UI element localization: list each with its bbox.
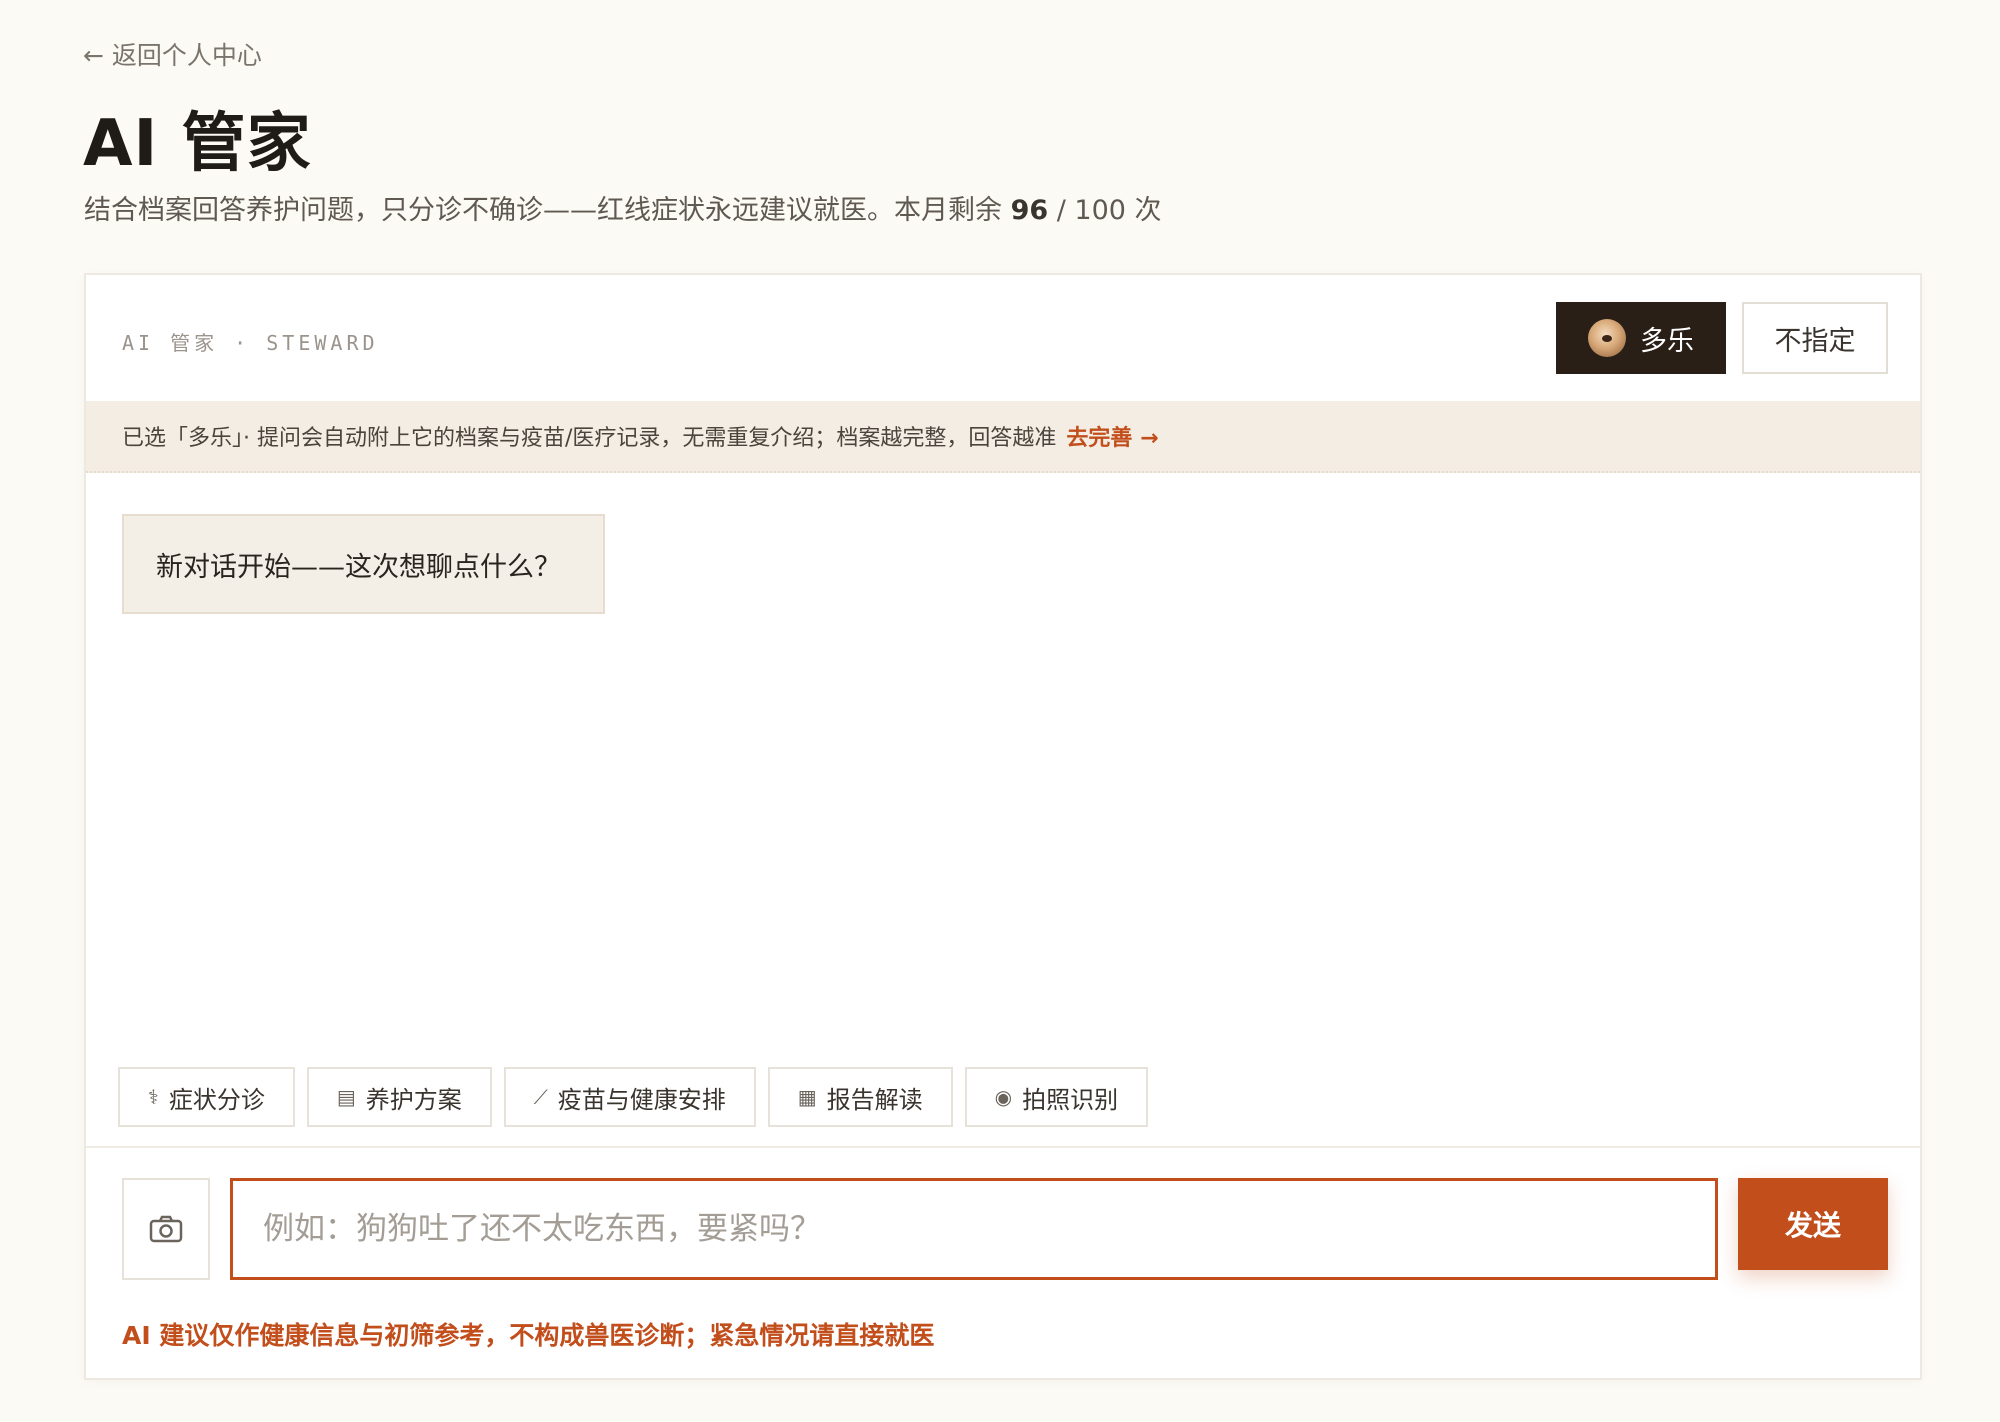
quick-actions: ⚕ 症状分诊 ▤ 养护方案 ⟋ 疫苗与健康安排 ▦ 报告解读 ◉ 拍照识别	[118, 1067, 1149, 1127]
page-subtitle: 结合档案回答养护问题，只分诊不确诊——红线症状永远建议就医。本月剩余 96 / …	[84, 188, 1162, 227]
pet-selector-none[interactable]: 不指定	[1742, 302, 1888, 374]
page-title: AI 管家	[83, 107, 312, 181]
composer-divider	[86, 1146, 1920, 1148]
chip-label: 疫苗与健康安排	[557, 1085, 726, 1114]
subtitle-quota: / 100 次	[1048, 195, 1162, 226]
chip-label: 报告解读	[826, 1085, 923, 1114]
send-button[interactable]: 发送	[1738, 1178, 1888, 1270]
chip-vaccine-schedule[interactable]: ⟋ 疫苗与健康安排	[503, 1067, 756, 1127]
card-label: AI 管家 · STEWARD	[122, 331, 379, 355]
complete-profile-link[interactable]: 去完善 →	[1066, 420, 1158, 452]
camera-icon	[149, 1215, 183, 1243]
camera-icon: ◉	[994, 1085, 1013, 1109]
upload-photo-button[interactable]	[122, 1178, 210, 1280]
clipboard-icon: ▤	[336, 1085, 356, 1109]
report-icon: ▦	[797, 1085, 817, 1109]
syringe-icon: ⟋	[533, 1085, 548, 1109]
pet-avatar	[1588, 319, 1626, 357]
stethoscope-icon: ⚕	[148, 1085, 159, 1109]
pet-name: 多乐	[1640, 325, 1694, 357]
chip-care-plan[interactable]: ▤ 养护方案	[306, 1067, 492, 1127]
subtitle-text: 结合档案回答养护问题，只分诊不确诊——红线症状永远建议就医。本月剩余	[84, 195, 1011, 226]
greeting-text: 新对话开始——这次想聊点什么？	[156, 551, 561, 583]
ai-disclaimer: AI 建议仅作健康信息与初筛参考，不构成兽医诊断；紧急情况请直接就医	[122, 1321, 935, 1350]
chip-label: 症状分诊	[168, 1085, 265, 1114]
back-to-profile-link[interactable]: ← 返回个人中心	[83, 36, 262, 72]
pet-selector-duole[interactable]: 多乐	[1556, 302, 1726, 374]
chip-label: 拍照识别	[1022, 1085, 1119, 1114]
context-notice: 已选「多乐」· 提问会自动附上它的档案与疫苗/医疗记录，无需重复介绍；档案越完整…	[86, 401, 1920, 473]
chip-symptom-triage[interactable]: ⚕ 症状分诊	[118, 1067, 295, 1127]
remaining-count: 96	[1010, 195, 1049, 226]
notice-text: 已选「多乐」· 提问会自动附上它的档案与疫苗/医疗记录，无需重复介绍；档案越完整…	[122, 426, 1057, 451]
assistant-greeting-bubble: 新对话开始——这次想聊点什么？	[122, 514, 605, 614]
chip-report-reading[interactable]: ▦ 报告解读	[767, 1067, 953, 1127]
chip-photo-recognition[interactable]: ◉ 拍照识别	[964, 1067, 1149, 1127]
chat-card: AI 管家 · STEWARD 多乐 不指定 已选「多乐」· 提问会自动附上它的…	[84, 273, 1922, 1380]
message-input[interactable]	[230, 1178, 1718, 1280]
chip-label: 养护方案	[365, 1085, 462, 1114]
